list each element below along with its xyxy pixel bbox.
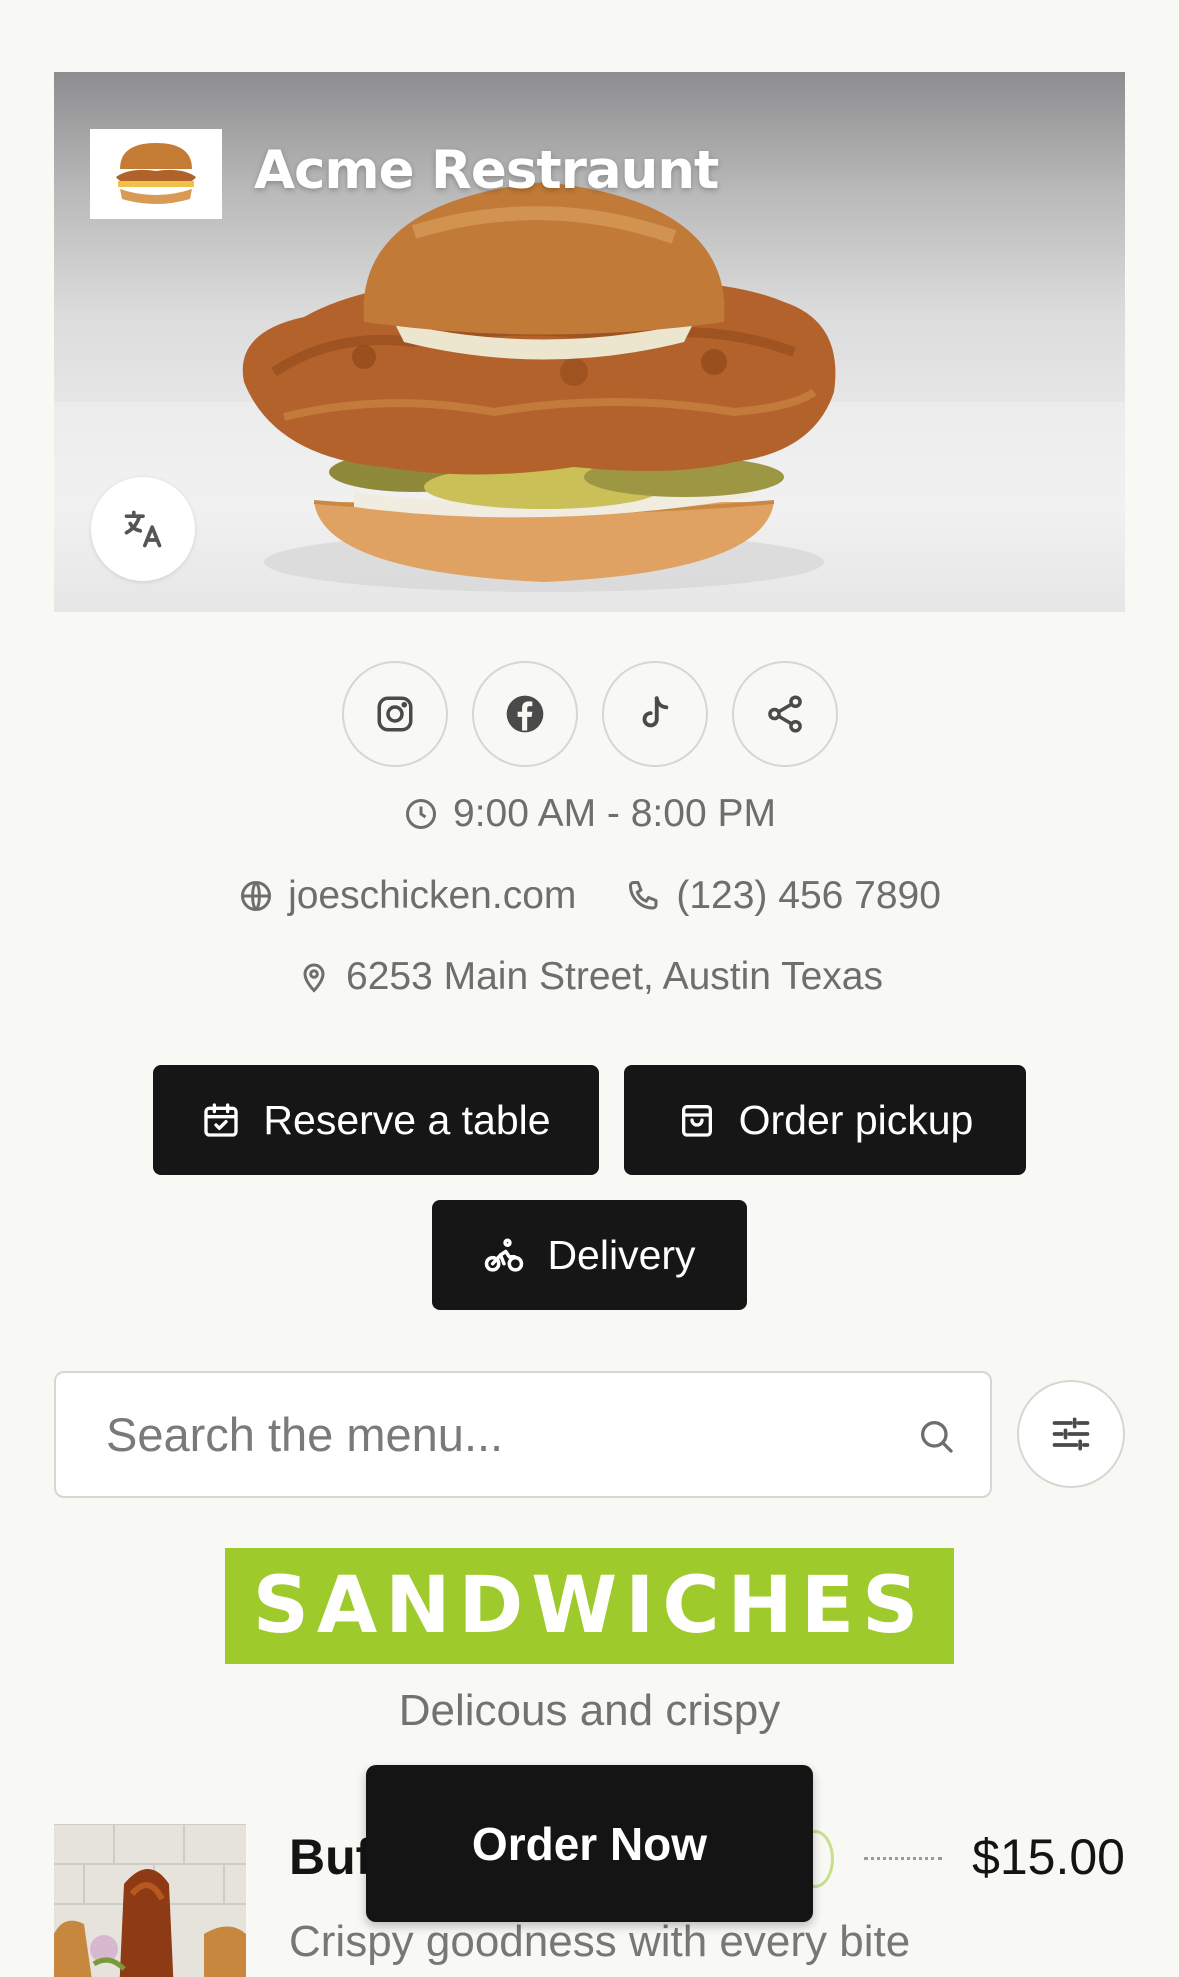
tiktok-button[interactable]: [601, 661, 708, 767]
section-title: SANDWICHES: [252, 1561, 927, 1651]
menu-item-image[interactable]: [54, 1824, 246, 1977]
social-links: [0, 661, 1179, 767]
menu-search-box: [54, 1371, 992, 1498]
burger-logo-icon: [116, 143, 196, 204]
contact-row: joeschicken.com (123) 456 7890: [0, 874, 1179, 918]
section-subtitle: Delicous and crispy: [398, 1686, 781, 1735]
menu-item-description: Crispy goodness with every bite: [289, 1917, 911, 1966]
clock-icon: [406, 799, 436, 829]
reserve-table-label: Reserve a table: [263, 1096, 551, 1143]
menu-item-leader-dots: [864, 1857, 942, 1860]
address-text: 6253 Main Street, Austin Texas: [346, 955, 883, 998]
hours-row: 9:00 AM - 8:00 PM: [0, 792, 1179, 836]
instagram-icon: [377, 696, 412, 732]
hours-text: 9:00 AM - 8:00 PM: [453, 792, 776, 835]
shopping-bag-icon: [681, 1105, 712, 1137]
address-link[interactable]: 6253 Main Street, Austin Texas: [296, 955, 883, 999]
restaurant-name: Acme Restraunt: [254, 140, 719, 201]
facebook-icon: [506, 695, 543, 733]
phone-link[interactable]: (123) 456 7890: [626, 874, 941, 918]
bike-icon: [485, 1238, 524, 1272]
search-button[interactable]: [916, 1416, 956, 1456]
order-now-label: Order Now: [471, 1817, 708, 1870]
reserve-table-button[interactable]: Reserve a table: [153, 1065, 599, 1175]
section-banner: SANDWICHES: [225, 1548, 954, 1664]
hero-sandwich-image: [242, 182, 836, 592]
hours-item: 9:00 AM - 8:00 PM: [403, 792, 776, 836]
menu-search-input[interactable]: [56, 1373, 990, 1496]
facebook-button[interactable]: [471, 661, 578, 767]
translate-button[interactable]: [91, 477, 195, 581]
website-text: joeschicken.com: [288, 874, 577, 917]
order-now-button[interactable]: Order Now: [366, 1765, 813, 1922]
share-icon: [767, 695, 802, 733]
hero-banner: Acme Restraunt: [54, 72, 1125, 612]
delivery-button[interactable]: Delivery: [432, 1200, 747, 1310]
address-row: 6253 Main Street, Austin Texas: [0, 955, 1179, 999]
order-pickup-button[interactable]: Order pickup: [624, 1065, 1026, 1175]
search-icon: [921, 1421, 953, 1453]
restaurant-menu-page: Acme Restraunt 9:00 AM - 8:00 PM joeschi…: [0, 0, 1179, 1977]
translate-icon: [124, 510, 162, 548]
website-link[interactable]: joeschicken.com: [238, 874, 576, 918]
calendar-check-icon: [204, 1103, 239, 1137]
globe-icon: [241, 881, 272, 911]
restaurant-logo: [90, 129, 222, 219]
filter-button[interactable]: [1017, 1380, 1125, 1488]
sliders-icon: [1052, 1417, 1090, 1451]
tiktok-icon: [642, 696, 668, 728]
instagram-button[interactable]: [341, 661, 448, 767]
delivery-label: Delivery: [547, 1231, 696, 1278]
phone-icon: [629, 881, 658, 910]
menu-item-name[interactable]: Buf: [289, 1828, 372, 1886]
order-pickup-label: Order pickup: [738, 1096, 974, 1143]
menu-item-price: $15.00: [972, 1829, 1125, 1885]
menu-item-photo: [54, 1824, 246, 1977]
phone-text: (123) 456 7890: [676, 874, 941, 917]
map-pin-icon: [303, 963, 325, 993]
share-button[interactable]: [731, 661, 838, 767]
